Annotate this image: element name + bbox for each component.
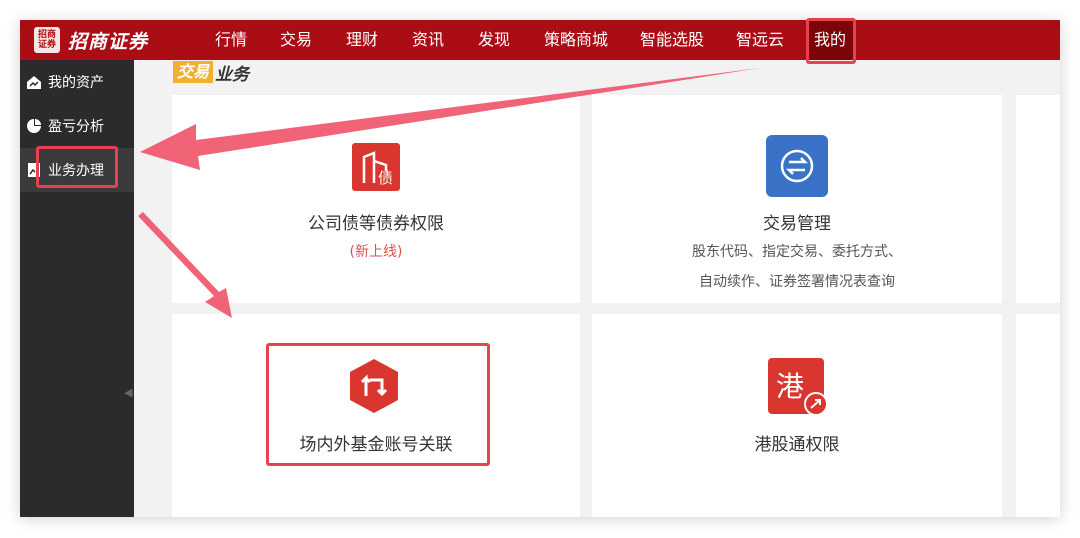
- card-partial[interactable]: [1016, 314, 1060, 517]
- card-title: 港股通权限: [754, 435, 840, 455]
- section-title: 业务: [215, 64, 250, 85]
- nav-item-trade[interactable]: 交易: [274, 20, 318, 60]
- section-tag: 交易: [173, 61, 214, 83]
- nav-item-quotes[interactable]: 行情: [206, 20, 256, 60]
- card-partial[interactable]: [1016, 95, 1060, 303]
- card-title: 交易管理: [763, 214, 831, 234]
- svg-text:债: 债: [378, 169, 393, 187]
- sidebar-item-label: 我的资产: [48, 75, 104, 91]
- sidebar-item-my-assets[interactable]: 我的资产: [20, 60, 134, 104]
- card-subtitle-line-2: 自动续作、证券签署情况表查询: [699, 274, 895, 290]
- nav-item-mine[interactable]: 我的: [806, 20, 854, 60]
- card-bond-permission[interactable]: 债 公司债等债券权限 (新上线): [172, 95, 580, 303]
- brand-logo: 招商 证券 招商证券: [34, 25, 148, 55]
- pie-chart-icon: [27, 119, 41, 133]
- app-window: 招商 证券 招商证券 行情 交易 理财 资讯 发现 策略商城 智能选股 智远云 我…: [20, 20, 1060, 517]
- bond-building-icon: 债: [352, 143, 400, 191]
- card-fund-account-link[interactable]: 场内外基金账号关联: [172, 314, 580, 517]
- card-title: 公司债等债券权限: [308, 214, 444, 234]
- card-title: 场内外基金账号关联: [299, 435, 453, 455]
- nav-item-smart-picker[interactable]: 智能选股: [632, 20, 712, 60]
- card-subtitle-line-1: 股东代码、指定交易、委托方式、: [692, 244, 902, 260]
- sidebar-item-business[interactable]: 业务办理: [20, 148, 134, 192]
- card-subtitle: (新上线): [349, 244, 403, 260]
- card-hk-connect[interactable]: 港 港股通权限: [592, 314, 1002, 517]
- nav-item-discover[interactable]: 发现: [472, 20, 516, 60]
- sidebar-item-label: 盈亏分析: [48, 119, 104, 135]
- nav-item-wealth[interactable]: 理财: [340, 20, 384, 60]
- nav-item-strategy-mall[interactable]: 策略商城: [536, 20, 616, 60]
- section-heading: 交易 业务: [173, 60, 250, 85]
- collapse-sidebar-icon[interactable]: ◀: [124, 382, 134, 404]
- top-nav-bar: 招商 证券 招商证券 行情 交易 理财 资讯 发现 策略商城 智能选股 智远云 我…: [20, 20, 1060, 60]
- nav-item-zhiyuan-cloud[interactable]: 智远云: [728, 20, 792, 60]
- sidebar-item-pnl-analysis[interactable]: 盈亏分析: [20, 104, 134, 148]
- sidebar-item-label: 业务办理: [48, 163, 104, 179]
- svg-text:港: 港: [776, 370, 804, 403]
- document-icon: [28, 163, 40, 177]
- sidebar: 我的资产 盈亏分析 业务办理 ◀: [20, 60, 134, 517]
- hk-connect-icon: 港: [768, 358, 828, 418]
- card-trade-management[interactable]: 交易管理 股东代码、指定交易、委托方式、 自动续作、证券签署情况表查询: [592, 95, 1002, 303]
- link-arrows-icon: [348, 358, 400, 414]
- nav-item-news[interactable]: 资讯: [406, 20, 450, 60]
- home-chart-icon: [27, 76, 41, 89]
- logo-text: 招商证券: [68, 30, 149, 53]
- logo-mark-icon: 招商 证券: [34, 27, 60, 53]
- exchange-arrows-icon: [766, 135, 828, 197]
